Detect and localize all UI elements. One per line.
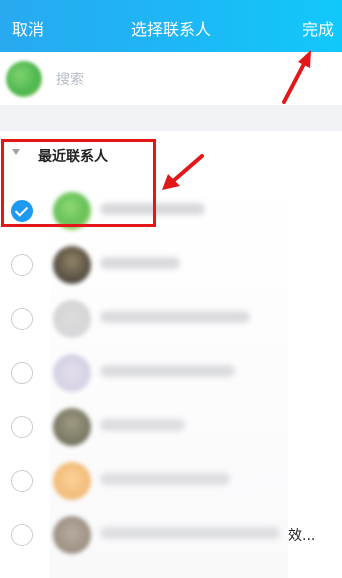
radio-icon[interactable] bbox=[11, 362, 33, 384]
contact-row[interactable] bbox=[0, 292, 342, 346]
contact-row[interactable] bbox=[0, 454, 342, 508]
annotation-highlight-box bbox=[1, 139, 156, 227]
radio-icon[interactable] bbox=[11, 524, 33, 546]
contact-name bbox=[100, 257, 180, 269]
avatar bbox=[6, 61, 42, 97]
contact-name bbox=[100, 311, 250, 323]
avatar bbox=[53, 462, 91, 500]
radio-icon[interactable] bbox=[11, 308, 33, 330]
search-input[interactable]: 搜索 bbox=[56, 69, 84, 89]
contact-row[interactable] bbox=[0, 346, 342, 400]
avatar bbox=[53, 300, 91, 338]
contact-name bbox=[100, 527, 280, 539]
header-bar: 取消 选择联系人 完成 bbox=[0, 0, 342, 52]
radio-icon[interactable] bbox=[11, 254, 33, 276]
contact-row[interactable] bbox=[0, 400, 342, 454]
avatar bbox=[53, 246, 91, 284]
avatar bbox=[53, 408, 91, 446]
page-title: 选择联系人 bbox=[130, 20, 211, 39]
divider bbox=[0, 105, 342, 131]
radio-icon[interactable] bbox=[11, 470, 33, 492]
contact-row[interactable] bbox=[0, 238, 342, 292]
contact-name bbox=[100, 419, 185, 431]
done-button[interactable]: 完成 bbox=[302, 16, 334, 40]
contact-name-suffix: 效... bbox=[288, 528, 316, 544]
annotation-arrow-icon bbox=[282, 50, 311, 104]
contact-name bbox=[100, 473, 230, 485]
avatar bbox=[53, 516, 91, 554]
radio-icon[interactable] bbox=[11, 416, 33, 438]
avatar bbox=[53, 354, 91, 392]
contact-name bbox=[100, 365, 235, 377]
contact-picker-screen: 取消 选择联系人 完成 搜索 最近联系人 效... bbox=[0, 0, 342, 578]
annotation-arrow-icon bbox=[162, 154, 204, 190]
contact-row[interactable]: 效... bbox=[0, 508, 342, 562]
